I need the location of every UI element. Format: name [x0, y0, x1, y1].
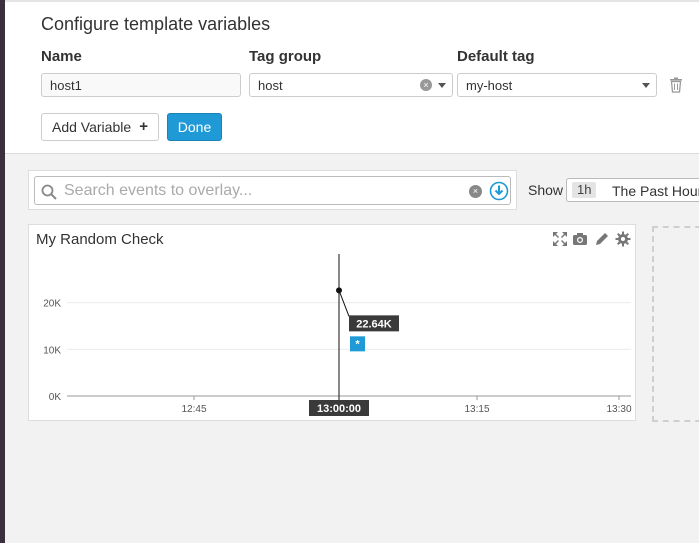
chevron-down-icon[interactable]: [642, 83, 650, 88]
plus-icon: +: [139, 118, 148, 135]
tag-group-column-label: Tag group: [249, 48, 322, 65]
panel-title: Configure template variables: [41, 14, 271, 34]
gear-icon[interactable]: [615, 231, 631, 247]
search-placeholder: Search events to overlay...: [64, 182, 253, 199]
name-column-label: Name: [41, 48, 82, 65]
clear-icon[interactable]: ×: [469, 185, 482, 198]
tag-group-select[interactable]: host ×: [249, 73, 453, 97]
series-marker-label: *: [355, 338, 360, 350]
expand-icon[interactable]: [552, 231, 568, 247]
x-tick-label: 13:30: [606, 404, 631, 415]
tag-group-value: host: [258, 78, 283, 93]
y-tick-label: 10K: [43, 345, 61, 356]
timeframe-selector[interactable]: 1h The Past Hour: [566, 178, 699, 202]
variable-name-value: host1: [50, 78, 82, 93]
template-variables-panel: Configure template variables Name Tag gr…: [5, 0, 699, 154]
pencil-icon[interactable]: [594, 231, 610, 247]
variable-name-input[interactable]: host1: [41, 73, 241, 97]
timeseries-widget: My Random Check 0K 10K 20K 12:45 13:15 13:30 2…: [28, 224, 636, 421]
timeframe-code: 1h: [572, 182, 597, 198]
event-search-bar: Search events to overlay... ×: [28, 170, 517, 210]
default-tag-value: my-host: [466, 78, 513, 93]
search-icon: [41, 184, 57, 200]
x-tick-label: 13:15: [464, 404, 489, 415]
default-tag-column-label: Default tag: [457, 48, 535, 65]
add-variable-label: Add Variable: [52, 119, 132, 135]
clear-icon[interactable]: ×: [420, 79, 432, 91]
time-tooltip-label: 13:00:00: [317, 403, 361, 415]
x-tick-label: 12:45: [181, 404, 206, 415]
y-tick-label: 0K: [49, 392, 62, 403]
panel-divider: [5, 0, 699, 2]
show-label: Show: [528, 182, 564, 198]
empty-widget-placeholder: [652, 226, 699, 422]
default-tag-select[interactable]: my-host: [457, 73, 657, 97]
chevron-down-icon[interactable]: [438, 83, 446, 88]
data-point: [336, 287, 342, 294]
y-tick-label: 20K: [43, 299, 61, 310]
camera-icon[interactable]: [572, 231, 588, 247]
event-search-input[interactable]: Search events to overlay... ×: [34, 176, 511, 205]
value-tooltip-label: 22.64K: [356, 318, 392, 330]
chart-canvas[interactable]: 0K 10K 20K 12:45 13:15 13:30 22.64K * 13:00:00: [29, 250, 635, 422]
add-variable-button[interactable]: Add Variable +: [41, 113, 159, 141]
widget-title: My Random Check: [36, 231, 164, 248]
timeframe-label: The Past Hour: [612, 183, 699, 199]
trash-icon[interactable]: [669, 77, 683, 93]
series-line: [338, 290, 350, 317]
overlay-toggle-icon[interactable]: [489, 181, 509, 201]
done-button[interactable]: Done: [167, 113, 222, 141]
